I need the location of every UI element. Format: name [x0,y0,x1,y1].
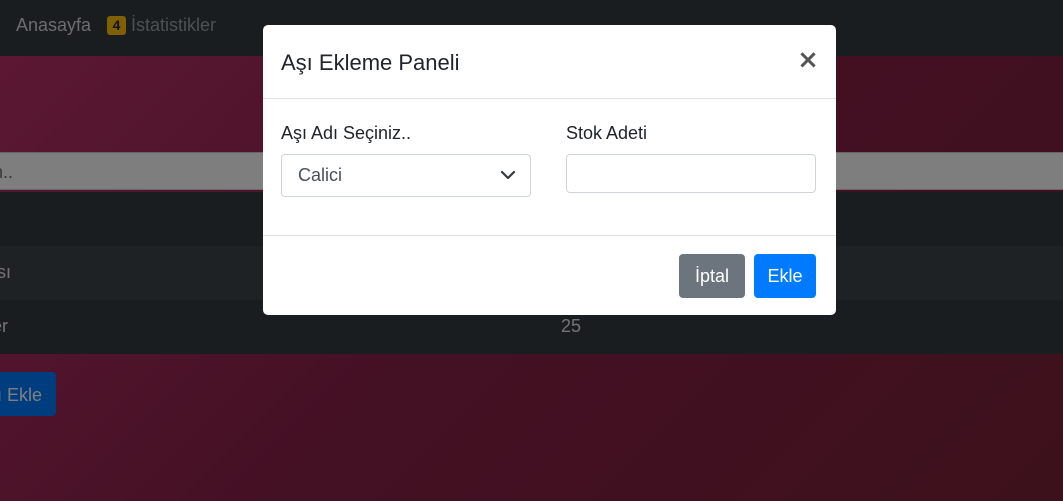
add-vaccine-modal: Aşı Ekleme Paneli × Aşı Adı Seçiniz.. Ca… [263,25,836,315]
add-button[interactable]: Ekle [754,254,816,298]
stock-label: Stok Adeti [566,123,648,143]
vaccine-select-label: Aşı Adı Seçiniz.. [281,123,412,143]
vaccine-select[interactable]: Calici [281,154,531,197]
modal-title: Aşı Ekleme Paneli [281,50,460,75]
cancel-button[interactable]: İptal [679,254,745,298]
stock-input[interactable] [566,154,816,193]
vaccine-select-value: Calici [298,165,343,185]
close-button[interactable]: × [796,47,820,73]
modal-header: Aşı Ekleme Paneli × [263,25,836,99]
modal-footer: İptal Ekle [263,236,836,316]
modal-body: Aşı Adı Seçiniz.. Calici Stok Adeti [263,99,836,236]
chevron-down-icon [500,170,516,180]
